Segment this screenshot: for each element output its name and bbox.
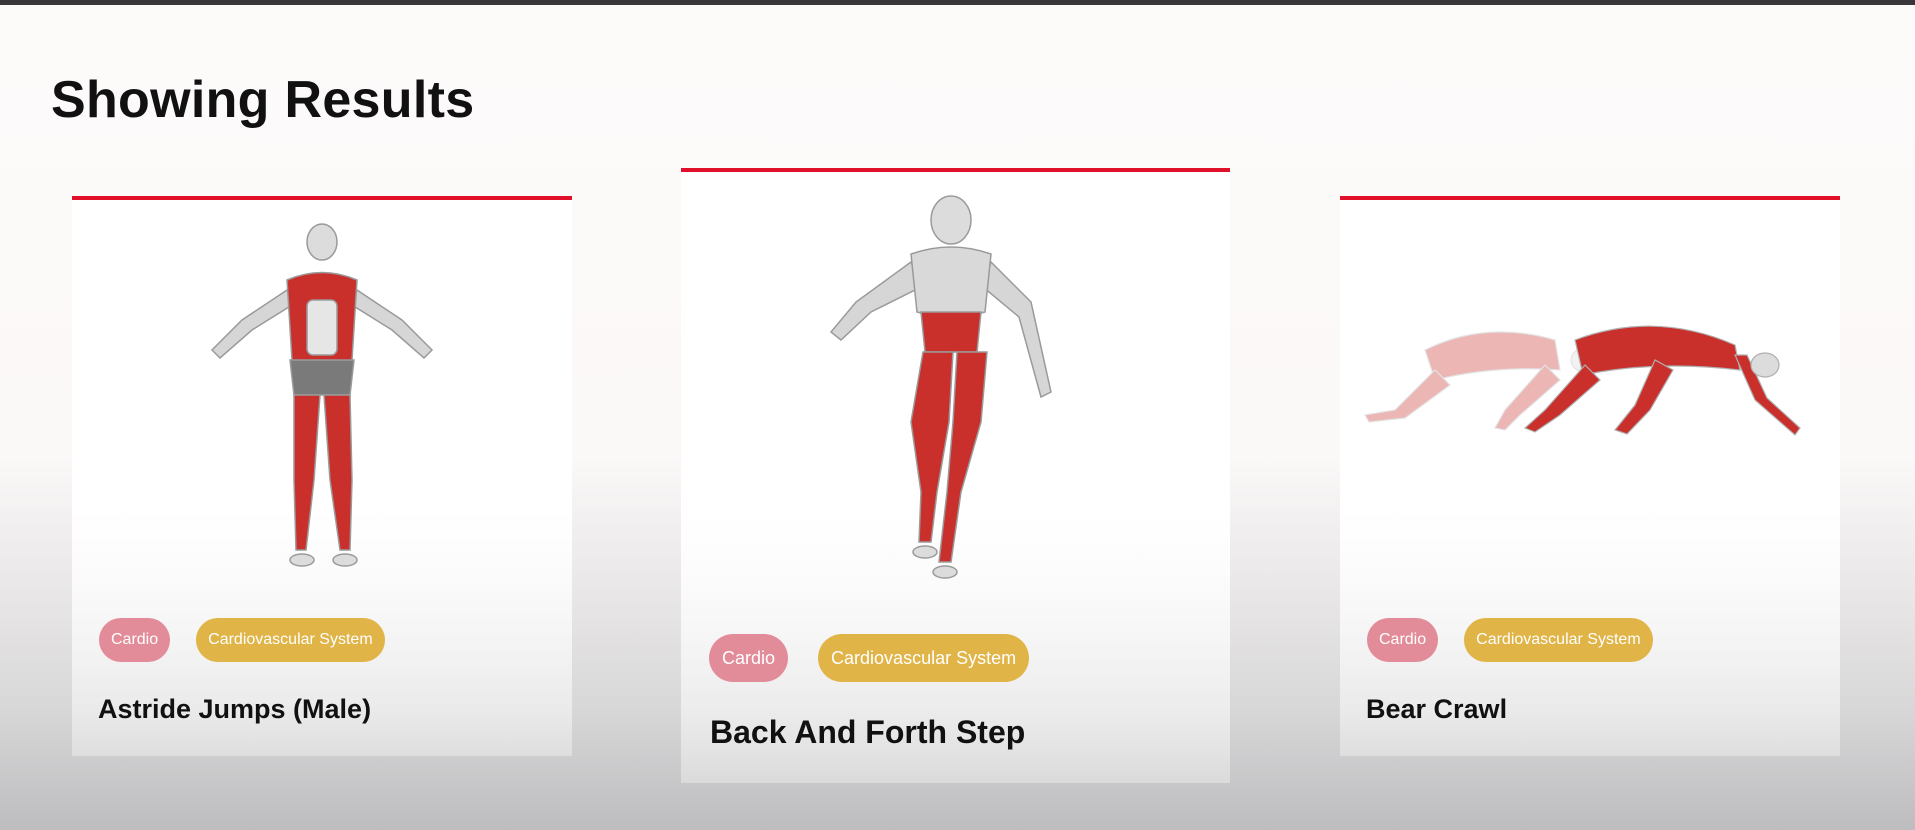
exercise-name: Astride Jumps (Male) bbox=[98, 694, 372, 724]
exercise-image-jumping bbox=[182, 220, 462, 580]
muscle-figure-icon bbox=[1364, 325, 1801, 436]
target-tag[interactable]: Cardiovascular System bbox=[818, 634, 1030, 682]
muscle-figure-icon bbox=[829, 195, 1052, 579]
exercise-card-back-and-forth-step[interactable]: Cardio Cardiovascular System Back And Fo… bbox=[681, 168, 1230, 783]
target-tag[interactable]: Cardiovascular System bbox=[1464, 618, 1653, 662]
exercise-name: Bear Crawl bbox=[1366, 694, 1508, 724]
body-part-tag[interactable]: Cardio bbox=[99, 618, 171, 662]
exercise-card-astride-jumps[interactable]: Cardio Cardiovascular System Astride Jum… bbox=[72, 196, 572, 756]
exercise-name: Back And Forth Step bbox=[710, 714, 1026, 750]
exercise-card-bear-crawl[interactable]: Cardio Cardiovascular System Bear Crawl bbox=[1340, 196, 1840, 756]
body-part-tag[interactable]: Cardio bbox=[1367, 618, 1439, 662]
top-bar bbox=[0, 0, 1915, 5]
page-title: Showing Results bbox=[51, 71, 475, 129]
target-tag[interactable]: Cardiovascular System bbox=[196, 618, 385, 662]
exercise-image-stepping bbox=[761, 192, 1141, 602]
muscle-figure-icon bbox=[210, 223, 434, 567]
exercise-image-crawling bbox=[1355, 310, 1825, 460]
body-part-tag[interactable]: Cardio bbox=[709, 634, 789, 682]
